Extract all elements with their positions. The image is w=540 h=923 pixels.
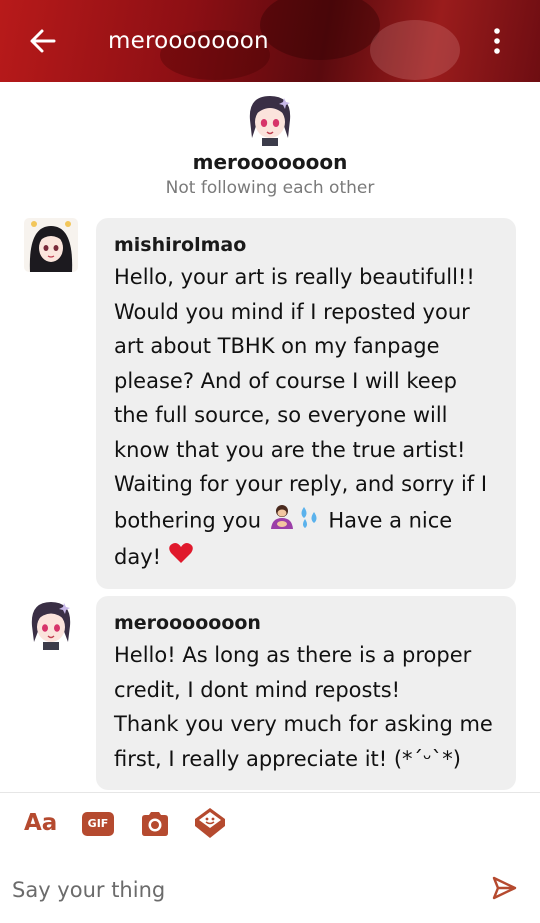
arrow-left-icon <box>30 29 56 53</box>
message-text: Hello, your art is really beautifull!! W… <box>114 260 498 575</box>
sweat-droplets-emoji <box>296 503 322 540</box>
more-options-button[interactable] <box>486 26 508 56</box>
follow-status: Not following each other <box>165 178 375 198</box>
header-bar: merooooooon <box>0 0 540 82</box>
avatar[interactable] <box>24 218 78 272</box>
avatar-illustration <box>24 596 78 650</box>
text-style-button[interactable]: Aa <box>24 810 57 836</box>
gif-button[interactable]: GIF <box>82 812 114 836</box>
composer-toolbar: Aa GIF <box>0 800 540 850</box>
sticker-button[interactable] <box>193 806 227 840</box>
message-bubble[interactable]: mishirolmao Hello, your art is really be… <box>96 218 516 590</box>
profile-summary: merooooooon Not following each other <box>0 82 540 212</box>
message-input[interactable] <box>12 870 472 910</box>
message-body: Hello, your art is really beautifull!! W… <box>114 265 494 532</box>
message-author[interactable]: mishirolmao <box>114 234 498 256</box>
camera-icon <box>142 812 168 836</box>
divider <box>0 792 540 793</box>
send-button[interactable] <box>490 874 518 902</box>
avatar[interactable] <box>242 90 298 146</box>
avatar[interactable] <box>24 596 78 650</box>
send-icon <box>492 876 517 900</box>
back-button[interactable] <box>28 26 58 56</box>
message-bubble[interactable]: merooooooon Hello! As long as there is a… <box>96 596 516 790</box>
camera-button[interactable] <box>139 808 171 840</box>
message-author[interactable]: merooooooon <box>114 612 498 634</box>
header-background-blur <box>370 20 460 80</box>
message-text: Hello! As long as there is a proper cred… <box>114 643 493 771</box>
more-vertical-icon <box>494 28 500 54</box>
sticker-icon <box>195 808 225 838</box>
avatar-illustration <box>242 90 298 146</box>
message-composer <box>0 862 540 918</box>
avatar-illustration <box>24 218 78 272</box>
person-bowing-emoji <box>268 502 296 541</box>
header-background-blur <box>260 0 380 60</box>
profile-name[interactable]: merooooooon <box>0 150 540 174</box>
conversation-title: merooooooon <box>108 28 269 54</box>
red-heart-emoji <box>168 541 194 576</box>
